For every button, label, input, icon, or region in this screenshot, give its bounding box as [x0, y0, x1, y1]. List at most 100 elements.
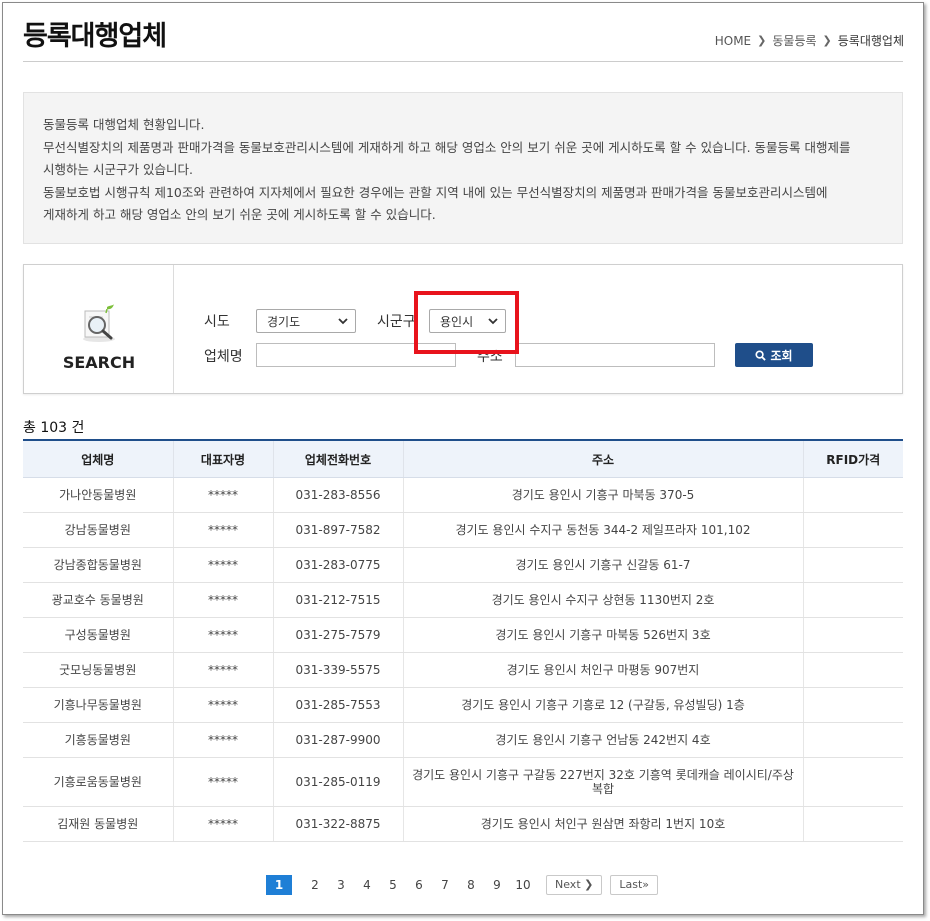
double-chevron-right-icon: »	[642, 878, 650, 891]
cell-rfid-price	[802, 806, 903, 842]
cell-address: 경기도 용인시 기흥구 구갈동 227번지 32호 기흥역 롯데캐슬 레이시티/…	[402, 757, 803, 807]
cell-company-name: 기흥나무동물병원	[23, 687, 173, 723]
table-row[interactable]: 기흥로움동물병원 ***** 031-285-0119 경기도 용인시 기흥구 …	[23, 757, 903, 807]
page-link[interactable]: 2	[302, 875, 328, 895]
cell-address: 경기도 용인시 처인구 마평동 907번지	[402, 652, 803, 688]
cell-rfid-price	[802, 512, 903, 548]
cell-address: 경기도 용인시 기흥구 마북동 526번지 3호	[402, 617, 803, 653]
sido-select[interactable]: 경기도	[256, 309, 356, 333]
cell-phone: 031-285-0119	[272, 757, 403, 807]
cell-company-name: 기흥동물병원	[23, 722, 173, 758]
cell-representative: *****	[172, 757, 273, 807]
sigungu-select-value: 용인시	[440, 314, 474, 329]
notice-line: 시행하는 시군구가 있습니다.	[43, 162, 193, 177]
page-link[interactable]: 8	[458, 875, 484, 895]
cell-representative: *****	[172, 806, 273, 842]
cell-address: 경기도 용인시 기흥구 기흥로 12 (구갈동, 유성빌딩) 1층	[402, 687, 803, 723]
chevron-right-icon: ❯	[584, 878, 594, 891]
pagination: 1 2 3 4 5 6 7 8 9 10 Next ❯ Last»	[266, 875, 659, 895]
page-current[interactable]: 1	[266, 875, 292, 895]
table-row[interactable]: 기흥나무동물병원 ***** 031-285-7553 경기도 용인시 기흥구 …	[23, 687, 903, 723]
cell-representative: *****	[172, 652, 273, 688]
sigungu-label: 시군구	[377, 314, 416, 330]
magnifier-document-icon	[77, 303, 121, 343]
header-representative: 대표자명	[172, 440, 273, 478]
cell-phone: 031-322-8875	[272, 806, 403, 842]
last-page-button[interactable]: Last»	[610, 875, 659, 895]
page-link[interactable]: 9	[484, 875, 510, 895]
table-row[interactable]: 김재원 동물병원 ***** 031-322-8875 경기도 용인시 처인구 …	[23, 806, 903, 842]
total-count: 총 103 건	[23, 420, 85, 436]
table-row[interactable]: 가나안동물병원 ***** 031-283-8556 경기도 용인시 기흥구 마…	[23, 477, 903, 513]
sido-label: 시도	[204, 314, 230, 330]
last-page-label: Last	[619, 878, 643, 891]
next-page-button[interactable]: Next ❯	[546, 875, 603, 895]
page-link[interactable]: 5	[380, 875, 406, 895]
cell-address: 경기도 용인시 기흥구 신갈동 61-7	[402, 547, 803, 583]
notice-line: 무선식별장치의 제품명과 판매가격을 동물보호관리시스템에 게재하게 하고 해당…	[43, 139, 851, 155]
cell-rfid-price	[802, 722, 903, 758]
cell-representative: *****	[172, 582, 273, 618]
cell-representative: *****	[172, 687, 273, 723]
cell-address: 경기도 용인시 수지구 상현동 1130번지 2호	[402, 582, 803, 618]
chevron-down-icon	[338, 318, 348, 325]
breadcrumb: HOME ❯ 동물등록 ❯ 등록대행업체	[715, 32, 904, 49]
header-phone: 업체전화번호	[272, 440, 403, 478]
cell-rfid-price	[802, 757, 903, 807]
search-badge: SEARCH	[24, 265, 174, 393]
page-link[interactable]: 7	[432, 875, 458, 895]
cell-address: 경기도 용인시 기흥구 언남동 242번지 4호	[402, 722, 803, 758]
cell-rfid-price	[802, 687, 903, 723]
page-title: 등록대행업체	[23, 21, 167, 52]
table-header-row: 업체명 대표자명 업체전화번호 주소 RFID가격	[23, 440, 903, 478]
breadcrumb-home[interactable]: HOME	[715, 34, 751, 48]
table-row[interactable]: 굿모닝동물병원 ***** 031-339-5575 경기도 용인시 처인구 마…	[23, 652, 903, 688]
notice-box: 동물등록 대행업체 현황입니다. 무선식별장치의 제품명과 판매가격을 동물보호…	[23, 92, 903, 244]
cell-rfid-price	[802, 582, 903, 618]
table-row[interactable]: 강남종합동물병원 ***** 031-283-0775 경기도 용인시 기흥구 …	[23, 547, 903, 583]
page-link[interactable]: 10	[510, 875, 536, 895]
cell-company-name: 강남동물병원	[23, 512, 173, 548]
page-link[interactable]: 3	[328, 875, 354, 895]
search-icon	[755, 349, 767, 361]
notice-line: 동물보호법 시행규칙 제10조와 관련하여 지자체에서 필요한 경우에는 관할 …	[43, 184, 828, 200]
address-input[interactable]	[515, 343, 715, 367]
cell-phone: 031-283-0775	[272, 547, 403, 583]
cell-company-name: 구성동물병원	[23, 617, 173, 653]
page-link[interactable]: 6	[406, 875, 432, 895]
search-button[interactable]: 조회	[735, 343, 813, 367]
table-row[interactable]: 기흥동물병원 ***** 031-287-9900 경기도 용인시 기흥구 언남…	[23, 722, 903, 758]
title-divider	[23, 61, 903, 62]
table-row[interactable]: 구성동물병원 ***** 031-275-7579 경기도 용인시 기흥구 마북…	[23, 617, 903, 653]
notice-line: 동물등록 대행업체 현황입니다.	[43, 117, 205, 132]
header-company-name: 업체명	[23, 440, 173, 478]
cell-company-name: 강남종합동물병원	[23, 547, 173, 583]
cell-company-name: 가나안동물병원	[23, 477, 173, 513]
company-name-label: 업체명	[204, 349, 243, 365]
table-row[interactable]: 강남동물병원 ***** 031-897-7582 경기도 용인시 수지구 동천…	[23, 512, 903, 548]
next-page-label: Next	[555, 878, 581, 891]
cell-representative: *****	[172, 512, 273, 548]
header-address: 주소	[402, 440, 803, 478]
header-rfid-price: RFID가격	[802, 440, 903, 478]
chevron-right-icon: ❯	[757, 34, 767, 47]
cell-representative: *****	[172, 722, 273, 758]
breadcrumb-current: 등록대행업체	[837, 34, 904, 48]
cell-representative: *****	[172, 617, 273, 653]
table-row[interactable]: 광교호수 동물병원 ***** 031-212-7515 경기도 용인시 수지구…	[23, 582, 903, 618]
company-name-input[interactable]	[256, 343, 456, 367]
breadcrumb-animal-registration[interactable]: 동물등록	[772, 32, 816, 49]
cell-company-name: 광교호수 동물병원	[23, 582, 173, 618]
cell-address: 경기도 용인시 수지구 동천동 344-2 제일프라자 101,102	[402, 512, 803, 548]
chevron-down-icon	[488, 318, 498, 325]
address-label: 주소	[477, 349, 503, 365]
cell-address: 경기도 용인시 기흥구 마북동 370-5	[402, 477, 803, 513]
cell-rfid-price	[802, 547, 903, 583]
chevron-right-icon: ❯	[822, 34, 832, 47]
page-link[interactable]: 4	[354, 875, 380, 895]
sigungu-select[interactable]: 용인시	[429, 309, 506, 333]
search-button-label: 조회	[770, 348, 793, 363]
sido-select-value: 경기도	[267, 314, 301, 329]
notice-line: 게재하게 하고 해당 영업소 안의 보기 쉬운 곳에 게시하도록 할 수 있습니…	[43, 207, 436, 222]
cell-representative: *****	[172, 547, 273, 583]
